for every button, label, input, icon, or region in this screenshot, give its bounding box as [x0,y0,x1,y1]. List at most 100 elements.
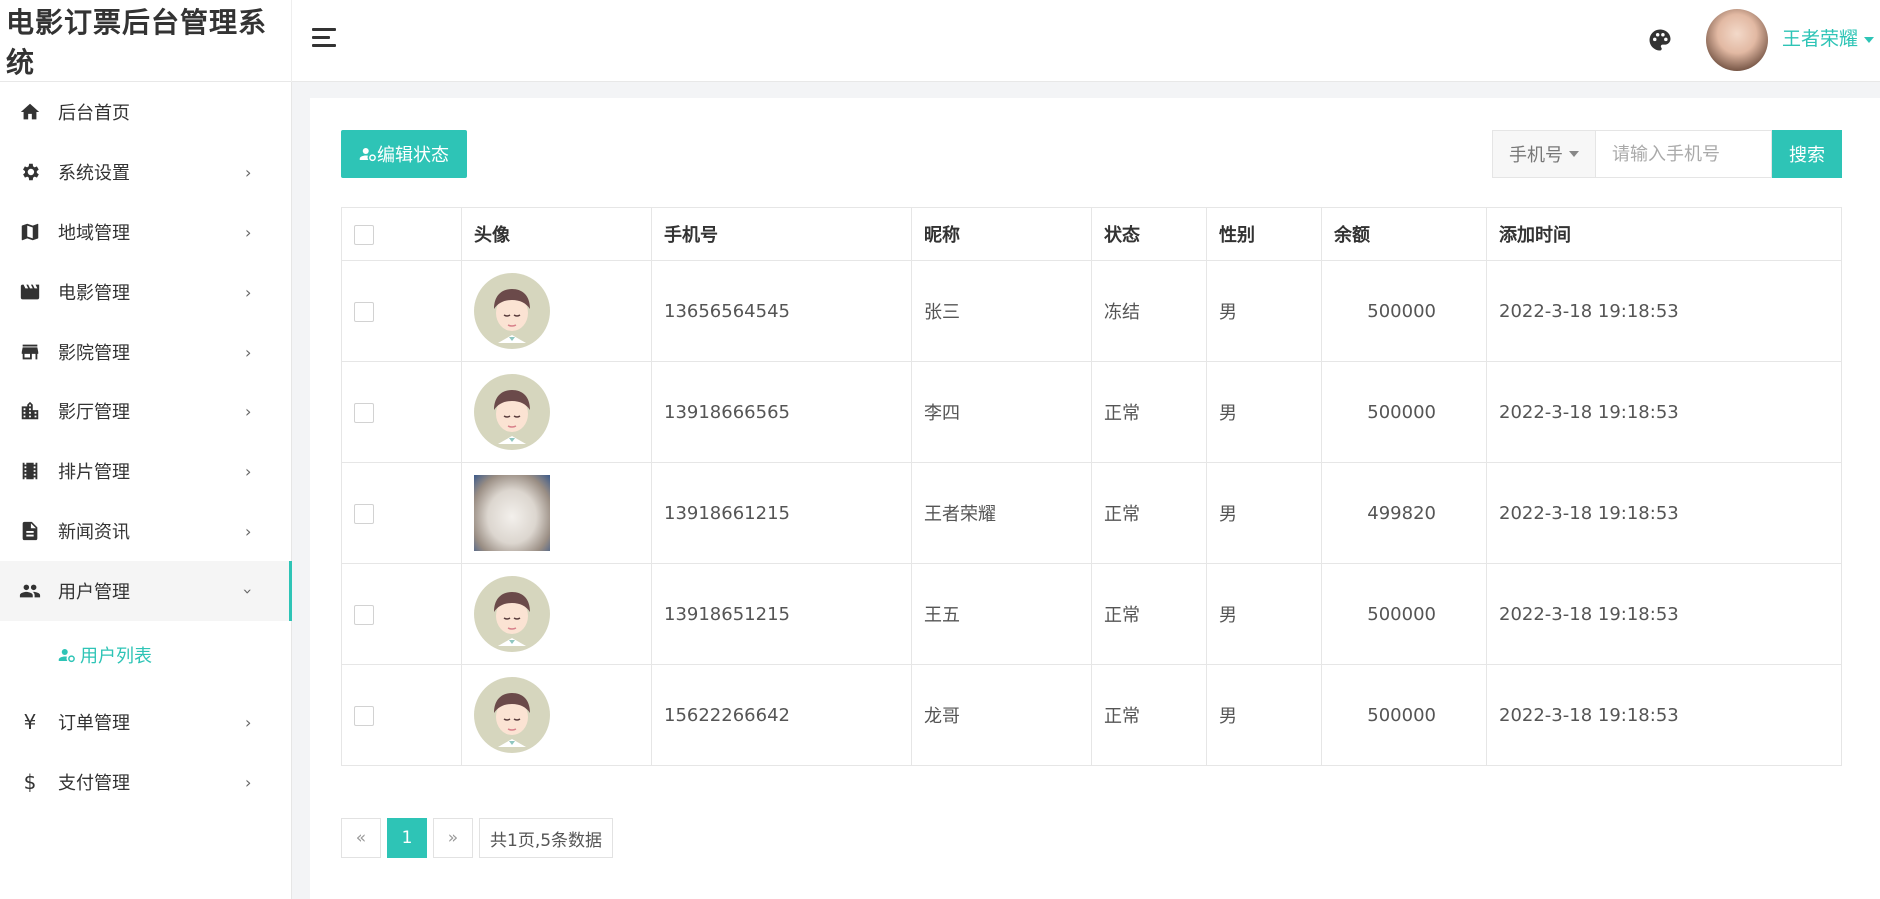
sidebar-item-label: 支付管理 [58,773,130,794]
palette-icon[interactable] [1646,26,1674,54]
sidebar-subitem-user-list[interactable]: 用户列表 [58,642,152,668]
row-checkbox[interactable] [354,503,374,524]
row-checkbox[interactable] [354,402,374,423]
chevron-right-icon: › [245,282,252,302]
cartoon-boy-avatar [474,374,550,450]
gear-icon [23,163,39,181]
sidebar-item-cinemas[interactable]: 影院管理 › [0,322,292,382]
phone-cell: 13918661215 [651,462,912,564]
chevron-right-icon: › [245,521,252,541]
cartoon-boy-avatar [474,576,550,652]
select-cell [341,361,462,463]
phone-cell: 13918666565 [651,361,912,463]
select-all-cell [341,207,462,261]
row-checkbox[interactable] [354,604,374,625]
column-header: 昵称 [911,207,1092,261]
search-button[interactable]: 搜索 [1772,130,1842,178]
balance-cell: 499820 [1321,462,1487,564]
avatar-cell [461,260,652,362]
nickname-cell: 王者荣耀 [911,462,1092,564]
phone-cell: 13918651215 [651,563,912,665]
sidebar-item-movies[interactable]: 电影管理 › [0,262,292,322]
time-cell: 2022-3-18 19:18:53 [1486,361,1842,463]
main-panel: 编辑状态 手机号 搜索 头像 手机号 昵称 状态 性别 余额 添加时间 [310,98,1880,899]
edit-status-label: 编辑状态 [377,145,449,166]
status-cell: 冻结 [1091,260,1207,362]
row-checkbox[interactable] [354,301,374,322]
sidebar-item-users[interactable]: 用户管理 › [0,561,292,621]
table-row: 13918651215 王五 正常 男 500000 2022-3-18 19:… [341,563,1842,665]
sidebar-item-system-settings[interactable]: 系统设置 › [0,142,292,202]
user-avatar[interactable] [1706,9,1768,71]
select-cell [341,664,462,766]
table-row: 15622266642 龙哥 正常 男 500000 2022-3-18 19:… [341,664,1842,766]
balance-cell: 500000 [1321,260,1487,362]
time-cell: 2022-3-18 19:18:53 [1486,260,1842,362]
column-header: 添加时间 [1486,207,1842,261]
sidebar-item-label: 影厅管理 [58,402,130,423]
status-cell: 正常 [1091,563,1207,665]
page-1-button[interactable]: 1 [387,818,427,858]
dollar-icon: $ [23,770,37,794]
column-header: 性别 [1206,207,1322,261]
chevron-right-icon: › [245,162,252,182]
sidebar-item-label: 排片管理 [58,462,130,483]
chevron-right-icon: › [245,712,252,732]
home-icon [20,103,40,120]
gender-cell: 男 [1206,361,1322,463]
time-cell: 2022-3-18 19:18:53 [1486,664,1842,766]
table-row: 13656564545 张三 冻结 男 500000 2022-3-18 19:… [341,260,1842,362]
phone-search-input[interactable] [1596,130,1772,178]
column-header: 状态 [1091,207,1207,261]
search-group: 手机号 搜索 [1492,130,1842,178]
sidebar-item-label: 订单管理 [58,713,130,734]
search-field-value: 手机号 [1509,145,1563,166]
sidebar-item-news[interactable]: 新闻资讯 › [0,501,292,561]
users-icon [19,584,41,598]
cartoon-boy-avatar [474,677,550,753]
menu-toggle-icon[interactable] [312,26,340,50]
row-checkbox[interactable] [354,705,374,726]
chevron-right-icon: › [245,772,252,792]
column-header: 余额 [1321,207,1487,261]
sidebar-item-orders[interactable]: ¥ 订单管理 › [0,692,292,752]
next-page-button[interactable]: » [433,818,473,858]
sidebar-item-home[interactable]: 后台首页 [0,82,292,142]
time-cell: 2022-3-18 19:18:53 [1486,563,1842,665]
app-title: 电影订票后台管理系统 [0,0,292,82]
prev-page-button[interactable]: « [341,818,381,858]
film-strip-icon [22,462,38,480]
avatar-cell [461,361,652,463]
select-cell [341,462,462,564]
table-row: 13918666565 李四 正常 男 500000 2022-3-18 19:… [341,361,1842,463]
column-header: 手机号 [651,207,912,261]
yen-icon: ¥ [23,710,37,734]
sidebar-item-label: 后台首页 [58,103,130,124]
search-field-select[interactable]: 手机号 [1492,130,1596,178]
sidebar-item-halls[interactable]: 影厅管理 › [0,381,292,441]
select-cell [341,260,462,362]
sidebar-item-label: 影院管理 [58,343,130,364]
user-settings-icon [359,148,376,162]
user-menu[interactable]: 王者荣耀 [1782,24,1875,51]
user-name: 王者荣耀 [1782,28,1859,50]
pagination: « 1 » 共1页,5条数据 [341,818,614,858]
gender-cell: 男 [1206,664,1322,766]
sidebar-item-label: 新闻资讯 [58,522,130,543]
status-cell: 正常 [1091,664,1207,766]
map-icon [21,223,39,241]
edit-status-button[interactable]: 编辑状态 [341,130,467,178]
chevron-right-icon: › [245,401,252,421]
phone-cell: 13656564545 [651,260,912,362]
balance-cell: 500000 [1321,361,1487,463]
dog-photo-avatar [474,475,550,551]
sidebar-item-region[interactable]: 地域管理 › [0,202,292,262]
select-cell [341,563,462,665]
avatar-cell [461,563,652,665]
nickname-cell: 张三 [911,260,1092,362]
sidebar-item-payments[interactable]: $ 支付管理 › [0,752,292,812]
building-icon [21,401,39,420]
sidebar-item-label: 系统设置 [58,163,130,184]
select-all-checkbox[interactable] [354,224,374,245]
sidebar-item-scheduling[interactable]: 排片管理 › [0,441,292,501]
